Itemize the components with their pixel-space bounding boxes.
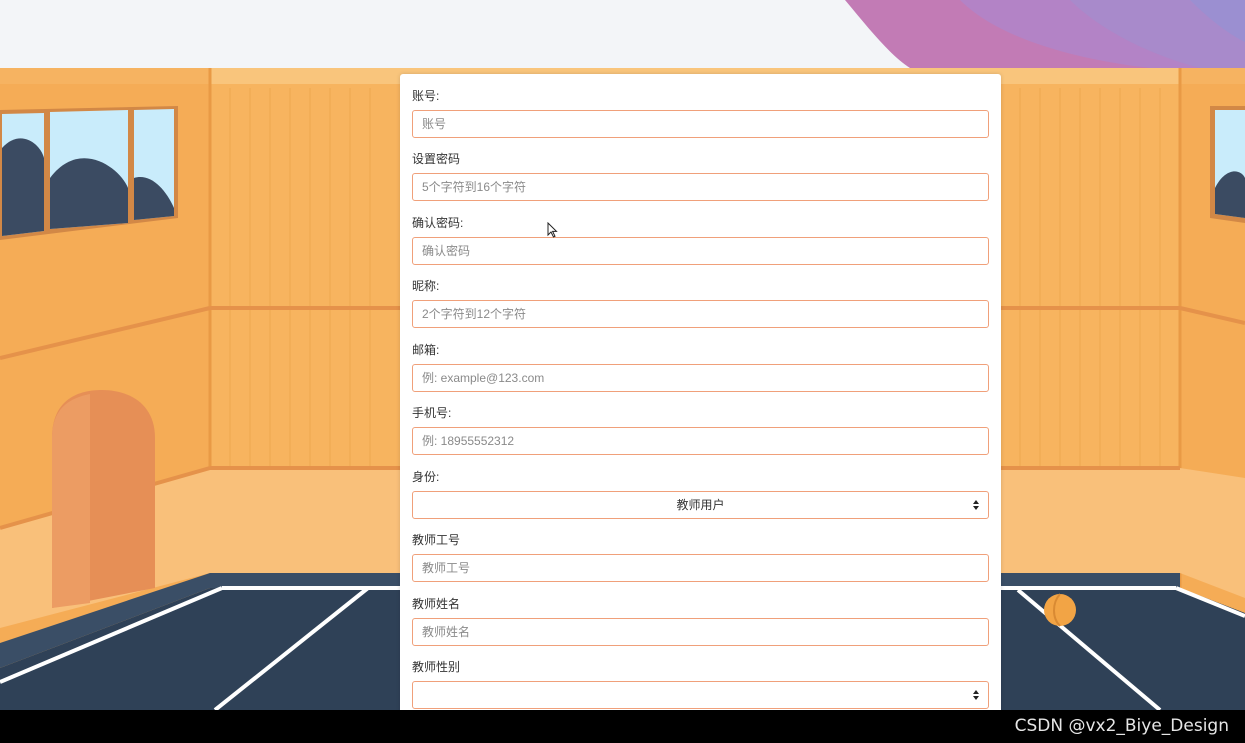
footer-bar: CSDN @vx2_Biye_Design <box>0 710 1245 743</box>
confirm-password-input[interactable] <box>412 237 989 265</box>
account-label: 账号: <box>412 89 440 103</box>
teacher-name-input[interactable] <box>412 618 989 646</box>
teacher-id-field-group: 教师工号 <box>412 532 989 582</box>
teacher-name-field-group: 教师姓名 <box>412 596 989 646</box>
teacher-gender-select[interactable] <box>412 681 989 709</box>
identity-label: 身份: <box>412 470 440 484</box>
password-field-group: 设置密码 <box>412 151 989 201</box>
phone-field-group: 手机号: <box>412 405 989 455</box>
teacher-id-label: 教师工号 <box>412 533 461 547</box>
mouse-cursor-icon <box>547 222 558 238</box>
password-label: 设置密码 <box>412 152 461 166</box>
identity-field-group: 身份: 教师用户 <box>412 469 989 519</box>
teacher-name-label: 教师姓名 <box>412 597 461 611</box>
teacher-gender-label: 教师性别 <box>412 660 461 674</box>
select-arrows-icon <box>973 690 979 700</box>
nickname-field-group: 昵称: <box>412 278 989 328</box>
confirm-password-field-group: 确认密码: <box>412 215 989 265</box>
account-field-group: 账号: <box>412 88 989 138</box>
nickname-label: 昵称: <box>412 279 440 293</box>
teacher-gender-field-group: 教师性别 <box>412 659 989 709</box>
header-banner <box>0 0 1245 68</box>
nickname-input[interactable] <box>412 300 989 328</box>
email-label: 邮箱: <box>412 343 440 357</box>
phone-label: 手机号: <box>412 406 452 420</box>
purple-wave-decoration <box>845 0 1245 68</box>
identity-selected-value: 教师用户 <box>676 498 725 512</box>
teacher-id-input[interactable] <box>412 554 989 582</box>
watermark-text: CSDN @vx2_Biye_Design <box>1014 716 1229 736</box>
phone-input[interactable] <box>412 427 989 455</box>
password-input[interactable] <box>412 173 989 201</box>
identity-select[interactable]: 教师用户 <box>412 491 989 519</box>
registration-form: 账号: 设置密码 确认密码: 昵称: 邮箱: 手机号: 身份: 教师用户 教师工… <box>400 74 1001 714</box>
account-input[interactable] <box>412 110 989 138</box>
confirm-password-label: 确认密码: <box>412 216 464 230</box>
select-arrows-icon <box>973 500 979 510</box>
email-field-group: 邮箱: <box>412 342 989 392</box>
email-input[interactable] <box>412 364 989 392</box>
